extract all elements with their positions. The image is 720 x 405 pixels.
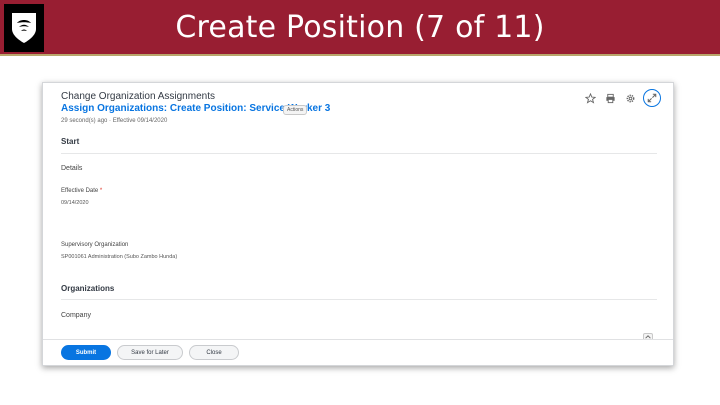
printer-icon[interactable]	[603, 91, 617, 105]
task-toolbar	[583, 89, 661, 107]
action-footer: Submit Save for Later Close	[43, 339, 673, 365]
task-meta: 29 second(s) ago · Effective 09/14/2020	[61, 118, 168, 124]
section-organizations: Organizations	[61, 284, 115, 293]
save-for-later-button[interactable]: Save for Later	[117, 345, 183, 360]
gear-icon[interactable]	[623, 91, 637, 105]
required-marker: *	[99, 188, 103, 194]
supervisory-org-label: Supervisory Organization	[61, 242, 129, 248]
effective-date-label: Effective Date *	[61, 188, 102, 194]
effective-date-value[interactable]: 09/14/2020	[61, 200, 89, 206]
divider	[61, 299, 657, 300]
section-details: Details	[61, 165, 83, 172]
expand-icon[interactable]	[643, 89, 661, 107]
supervisory-org-value[interactable]: SP001061 Administration (Subo Zambo Hund…	[61, 254, 177, 260]
company-label: Company	[61, 312, 91, 319]
close-button[interactable]: Close	[189, 345, 239, 360]
slide-title: Create Position (7 of 11)	[175, 10, 545, 45]
effective-date-label-text: Effective Date	[61, 188, 99, 194]
task-panel: Change Organization Assignments Assign O…	[42, 82, 674, 366]
actions-tag[interactable]: Actions	[283, 105, 308, 115]
slide-header: Create Position (7 of 11)	[0, 0, 720, 56]
task-title: Change Organization Assignments	[61, 91, 215, 102]
star-icon[interactable]	[583, 91, 597, 105]
section-start: Start	[61, 137, 80, 146]
divider	[61, 153, 657, 154]
submit-button[interactable]: Submit	[61, 345, 111, 360]
